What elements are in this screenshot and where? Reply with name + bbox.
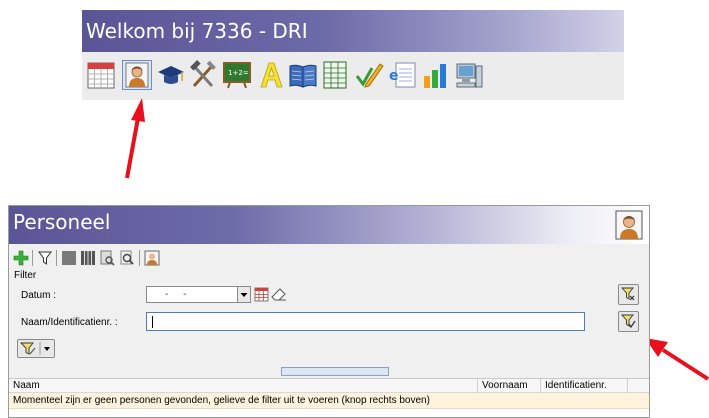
filter-clear-icon xyxy=(620,287,635,301)
columns-icon[interactable] xyxy=(80,250,96,266)
toolbar-separator xyxy=(56,250,57,266)
toolbar-separator xyxy=(32,250,33,266)
filter-apply-icon xyxy=(620,314,636,329)
table-row[interactable]: Momenteel zijn er geen personen gevonden… xyxy=(9,393,649,409)
toolbar-separator xyxy=(139,250,140,266)
column-divider xyxy=(540,379,541,393)
personnel-grid: Naam Voornaam Identificatienr. Momenteel… xyxy=(9,378,649,417)
text-caret xyxy=(152,316,153,328)
chevron-down-icon xyxy=(240,293,248,297)
arrow-to-filter-button xyxy=(645,338,709,381)
name-id-label: Naam/Identificatienr. : xyxy=(21,317,118,328)
empty-result-message: Momenteel zijn er geen personen gevonden… xyxy=(13,395,430,406)
search-document-icon[interactable] xyxy=(119,250,135,266)
personnel-icon xyxy=(615,210,643,240)
grid-header: Naam Voornaam Identificatienr. xyxy=(9,378,649,393)
column-header-naam[interactable]: Naam xyxy=(13,380,40,391)
personnel-window: Personeel Filter Datum: - - Naam/Identi… xyxy=(8,205,650,418)
gray-block-icon[interactable] xyxy=(61,250,77,266)
collapse-filter-bar[interactable] xyxy=(281,367,389,382)
date-label: Datum : xyxy=(21,290,57,301)
apply-filter-button[interactable] xyxy=(618,311,639,332)
date-input[interactable]: - - xyxy=(146,286,238,303)
calendar-icon[interactable] xyxy=(254,287,269,302)
filter-options-button[interactable] xyxy=(17,339,55,358)
arrow-to-personnel-icon xyxy=(125,98,145,179)
column-header-voornaam[interactable]: Voornaam xyxy=(482,380,528,391)
date-value: - - xyxy=(165,289,193,300)
chevron-down-icon xyxy=(44,347,50,351)
column-header-identificatienr[interactable]: Identificatienr. xyxy=(545,380,607,391)
column-divider xyxy=(477,379,478,393)
filter-icon[interactable] xyxy=(37,250,53,266)
eraser-icon[interactable] xyxy=(271,287,287,302)
personnel-icon[interactable] xyxy=(144,250,160,266)
filter-edit-icon xyxy=(19,342,36,355)
personnel-title: Personeel xyxy=(13,210,111,234)
filter-group-label: Filter xyxy=(14,270,37,281)
date-dropdown-button[interactable] xyxy=(237,286,251,303)
personnel-title-bar: Personeel xyxy=(9,206,649,244)
print-preview-icon[interactable] xyxy=(99,250,115,266)
clear-filter-button[interactable] xyxy=(618,284,639,305)
name-id-input[interactable] xyxy=(146,312,585,331)
column-divider xyxy=(627,379,628,393)
personnel-toolbar xyxy=(9,246,649,270)
add-icon[interactable] xyxy=(13,250,29,266)
